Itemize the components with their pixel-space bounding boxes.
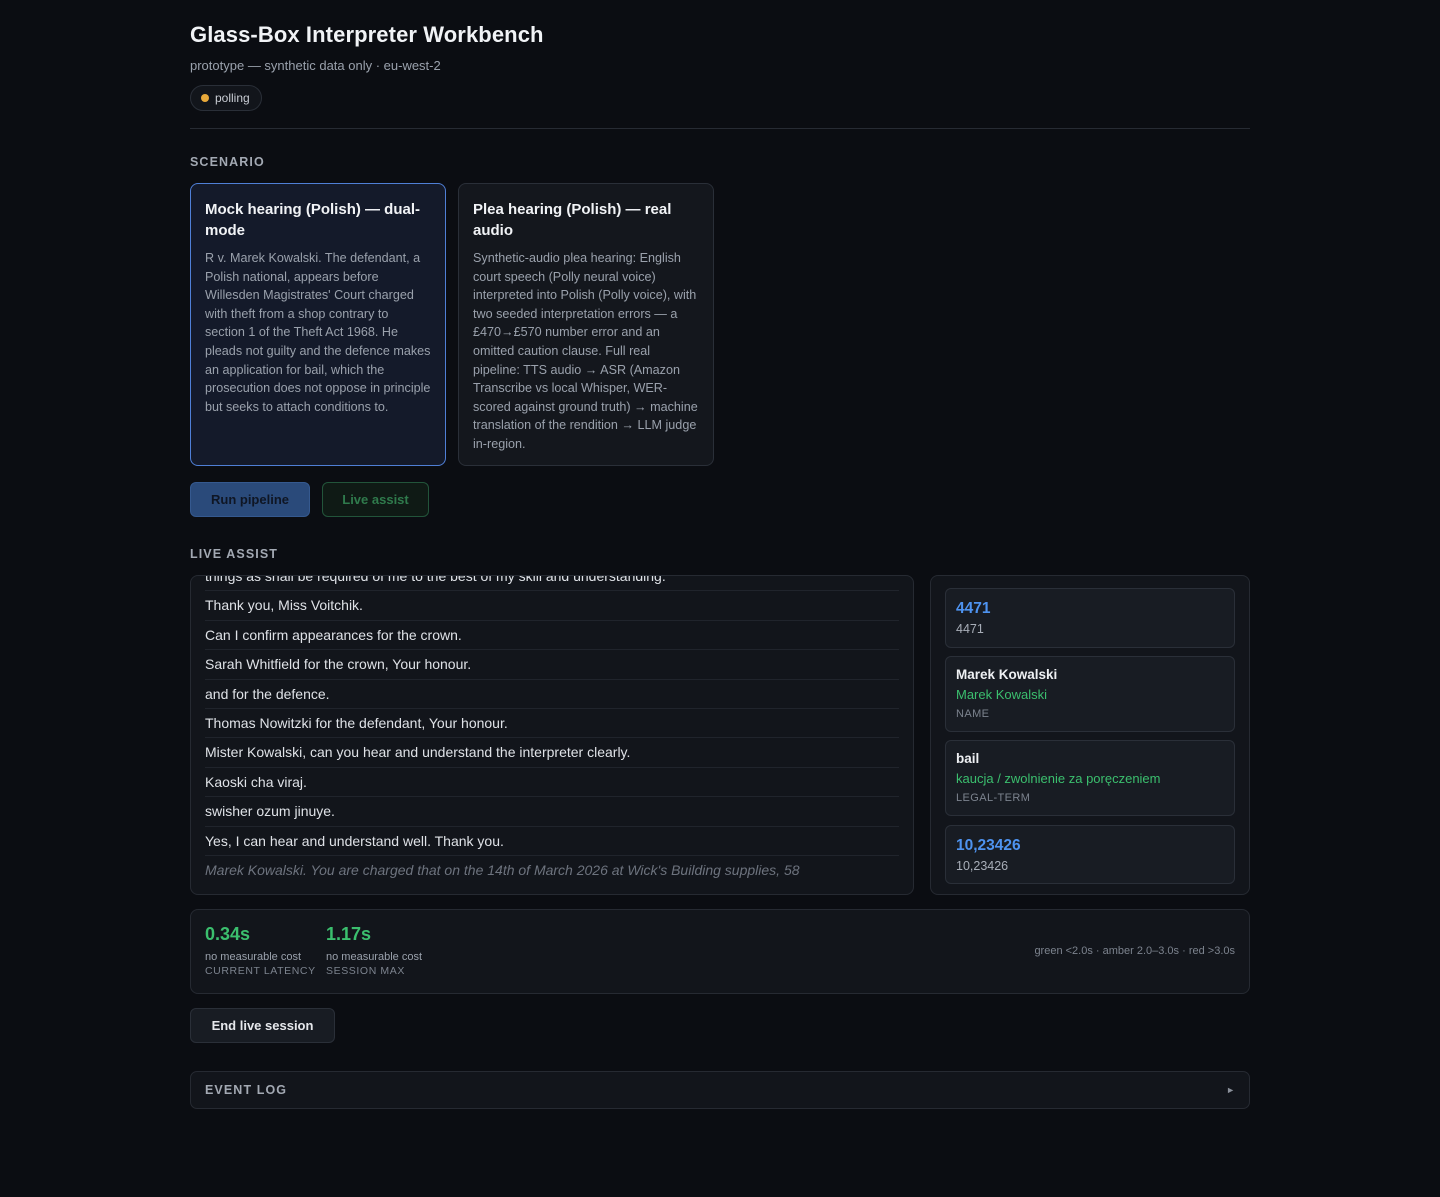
current-latency-value: 0.34s bbox=[205, 924, 251, 944]
transcript-line: Can I confirm appearances for the crown. bbox=[205, 621, 899, 651]
transcript-panel[interactable]: things as shall be required of me to the… bbox=[190, 575, 914, 895]
session-max-label: SESSION MAX bbox=[326, 965, 405, 977]
scenario-card-mock-hearing[interactable]: Mock hearing (Polish) — dual-mode R v. M… bbox=[190, 183, 446, 466]
status-dot-icon bbox=[201, 94, 209, 102]
transcript-line: Thank you, Miss Voitchik. bbox=[205, 591, 899, 621]
current-latency-cost: no measurable cost bbox=[205, 951, 301, 963]
transcript-line: Thomas Nowitzki for the defendant, Your … bbox=[205, 709, 899, 739]
transcript-line: things as shall be required of me to the… bbox=[205, 576, 899, 592]
transcript-line: Kaoski cha viraj. bbox=[205, 768, 899, 798]
glossary-number-value: 4471 bbox=[956, 600, 991, 617]
status-badge: polling bbox=[190, 85, 262, 111]
live-assist-button[interactable]: Live assist bbox=[322, 482, 429, 517]
glossary-term-card: Marek Kowalski Marek Kowalski NAME bbox=[945, 656, 1235, 732]
current-latency-metric: 0.34s no measurable cost CURRENT LATENCY bbox=[205, 924, 316, 977]
scenario-card-plea-hearing[interactable]: Plea hearing (Polish) — real audio Synth… bbox=[458, 183, 714, 466]
glossary-category: NAME bbox=[956, 708, 990, 720]
latency-panel: 0.34s no measurable cost CURRENT LATENCY… bbox=[190, 909, 1250, 994]
glossary-term: Marek Kowalski bbox=[956, 667, 1058, 682]
transcript-line: Sarah Whitfield for the crown, Your hono… bbox=[205, 650, 899, 680]
transcript-line: Mister Kowalski, can you hear and unders… bbox=[205, 738, 899, 768]
session-max-value: 1.17s bbox=[326, 924, 372, 944]
event-log-toggle[interactable]: EVENT LOG ► bbox=[190, 1071, 1250, 1109]
page-title: Glass-Box Interpreter Workbench bbox=[190, 22, 544, 47]
glossary-number-card: 10,23426 10,23426 bbox=[945, 825, 1235, 884]
event-log-label: EVENT LOG bbox=[205, 1083, 288, 1097]
transcript-line: swisher ozum jinuye. bbox=[205, 797, 899, 827]
glossary-panel: 4471 4471 Marek Kowalski Marek Kowalski … bbox=[930, 575, 1250, 895]
chevron-right-icon: ► bbox=[1226, 1085, 1235, 1095]
glossary-number-detail: 4471 bbox=[956, 622, 984, 636]
glossary-term-card: bail kaucja / zwolnienie za poręczeniem … bbox=[945, 740, 1235, 816]
transcript-partial-line: Marek Kowalski. You are charged that on … bbox=[205, 861, 800, 878]
glossary-number-value: 10,23426 bbox=[956, 837, 1021, 854]
latency-legend: green <2.0s · amber 2.0–3.0s · red >3.0s bbox=[1034, 945, 1235, 957]
run-pipeline-button[interactable]: Run pipeline bbox=[190, 482, 310, 517]
session-max-cost: no measurable cost bbox=[326, 951, 422, 963]
glossary-translation: kaucja / zwolnienie za poręczeniem bbox=[956, 771, 1161, 786]
glossary-number-detail: 10,23426 bbox=[956, 859, 1009, 873]
page-subtitle: prototype — synthetic data only · eu-wes… bbox=[190, 58, 441, 73]
session-max-metric: 1.17s no measurable cost SESSION MAX bbox=[326, 924, 422, 977]
transcript-line: and for the defence. bbox=[205, 680, 899, 709]
transcript-line: Yes, I can hear and understand well. Tha… bbox=[205, 827, 899, 856]
scenario-card-description: R v. Marek Kowalski. The defendant, a Po… bbox=[205, 251, 431, 414]
transcript-list: things as shall be required of me to the… bbox=[205, 576, 899, 885]
glossary-term: bail bbox=[956, 751, 980, 766]
current-latency-label: CURRENT LATENCY bbox=[205, 965, 316, 977]
glossary-category: LEGAL-TERM bbox=[956, 792, 1031, 804]
live-assist-section-label: LIVE ASSIST bbox=[190, 547, 279, 561]
scenario-section-label: SCENARIO bbox=[190, 155, 265, 169]
scenario-card-description: Synthetic-audio plea hearing: English co… bbox=[473, 251, 698, 451]
scenario-card-title: Mock hearing (Polish) — dual-mode bbox=[205, 201, 421, 239]
end-live-session-button[interactable]: End live session bbox=[190, 1008, 335, 1043]
header-divider bbox=[190, 128, 1250, 129]
scenario-card-title: Plea hearing (Polish) — real audio bbox=[473, 201, 672, 239]
status-badge-label: polling bbox=[215, 91, 250, 105]
glossary-translation: Marek Kowalski bbox=[956, 687, 1048, 702]
glossary-number-card: 4471 4471 bbox=[945, 588, 1235, 648]
